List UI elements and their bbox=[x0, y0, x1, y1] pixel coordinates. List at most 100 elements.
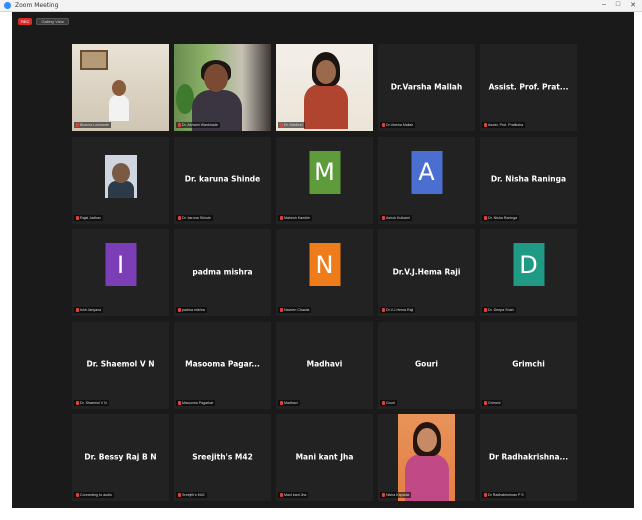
muted-mic-icon bbox=[178, 400, 181, 405]
participant-tile[interactable]: padma mishra padma mishra bbox=[174, 229, 271, 316]
participant-tile[interactable]: Dr. Nisha Raninga Dr. Nisha Raninga bbox=[480, 136, 577, 224]
participant-label: Connecting to audio bbox=[74, 492, 114, 498]
muted-mic-icon bbox=[280, 400, 283, 405]
participant-tile[interactable]: Grimchi Grimchi bbox=[480, 321, 577, 409]
participant-tile[interactable]: Gouri Gouri bbox=[378, 321, 475, 409]
muted-mic-icon bbox=[178, 123, 181, 127]
muted-mic-icon bbox=[76, 308, 79, 312]
participant-label-text: Gouri bbox=[386, 400, 395, 405]
recording-badge: REC bbox=[18, 17, 33, 25]
participant-tile[interactable]: Dr Radhakrishna... Dr Radhakrishnan P S bbox=[480, 414, 577, 501]
participant-display-name: Mani kant Jha bbox=[295, 452, 354, 462]
muted-mic-icon bbox=[382, 308, 385, 312]
participant-tile[interactable]: Mani kant Jha Mani kant Jha bbox=[276, 414, 373, 501]
participant-tile[interactable]: D Dr. Deepa Shah bbox=[480, 229, 577, 316]
participant-label-text: Dr. Ashwini Wankhade bbox=[182, 123, 218, 127]
meeting-topbar: REC Gallery View bbox=[12, 12, 634, 30]
participant-tile[interactable]: N Naveen Chawla bbox=[276, 229, 373, 316]
participant-display-name: Grimchi bbox=[512, 359, 545, 369]
participant-label: Dr.Varsha Mallah bbox=[380, 122, 416, 128]
participant-label: Madhavi bbox=[278, 399, 300, 406]
zoom-app-icon bbox=[4, 2, 11, 9]
muted-mic-icon bbox=[76, 123, 79, 127]
participant-tile[interactable]: I Ishit Jariyava bbox=[72, 229, 169, 316]
participant-label-text: Dr. karuna Shinde bbox=[182, 215, 211, 220]
muted-mic-icon bbox=[280, 493, 283, 497]
participant-label-text: Ishit Jariyava bbox=[80, 308, 101, 312]
participant-tile[interactable]: Dr. Madhuri bbox=[276, 44, 373, 131]
muted-mic-icon bbox=[382, 123, 385, 127]
participant-tile[interactable]: Dr.V.J.Hema Raji Dr.V.J.Hema Raji bbox=[378, 229, 475, 316]
participant-display-name: padma mishra bbox=[192, 267, 253, 277]
maximize-button[interactable]: □ bbox=[616, 1, 620, 9]
minimize-button[interactable]: – bbox=[602, 1, 606, 9]
participant-display-name: Dr Radhakrishna... bbox=[488, 452, 569, 462]
participant-label-text: Dr. Deepa Shah bbox=[488, 308, 514, 312]
participant-tile[interactable]: A Ashok Kulkarni bbox=[378, 136, 475, 224]
participant-label: Mahesh Kamble bbox=[278, 214, 312, 221]
window-controls: – □ ✕ bbox=[602, 1, 636, 9]
participant-label-text: Madhavi bbox=[284, 400, 298, 405]
muted-mic-icon bbox=[178, 493, 181, 497]
participant-label-text: Assist. Prof. Pratiksha bbox=[488, 123, 524, 127]
participant-tile[interactable]: Dr. Shaemol V N Dr. Shaemol V N bbox=[72, 321, 169, 409]
participant-display-name: Dr. karuna Shinde bbox=[184, 174, 261, 184]
muted-mic-icon bbox=[178, 215, 181, 220]
participant-video bbox=[72, 44, 169, 131]
muted-mic-icon bbox=[484, 400, 487, 405]
participant-label-text: Grimchi bbox=[488, 400, 501, 405]
participant-tile[interactable]: Rajat Jadhav bbox=[72, 136, 169, 224]
participant-label: Mani kant Jha bbox=[278, 492, 309, 498]
participant-label: Naveen Chawla bbox=[278, 307, 312, 313]
participant-label-text: Dr. Madhuri bbox=[284, 123, 303, 127]
participant-label: Ishit Jariyava bbox=[74, 307, 103, 313]
muted-mic-icon bbox=[280, 215, 283, 220]
participant-label-text: Dr.Varsha Mallah bbox=[386, 123, 414, 127]
participant-label-text: Connecting to audio bbox=[80, 493, 112, 497]
participant-label: Assist. Prof. Pratiksha bbox=[482, 122, 526, 128]
participant-tile[interactable]: M Mahesh Kamble bbox=[276, 136, 373, 224]
muted-mic-icon bbox=[484, 308, 487, 312]
participant-tile[interactable]: Bhavna Lokhande bbox=[72, 44, 169, 131]
participant-tile[interactable]: Madhavi Madhavi bbox=[276, 321, 373, 409]
gallery-grid: Bhavna Lokhande Dr. Ashwini Wankhade Dr. M… bbox=[72, 44, 577, 501]
muted-mic-icon bbox=[280, 308, 283, 312]
participant-label: Rajat Jadhav bbox=[74, 214, 103, 221]
participant-video bbox=[276, 44, 373, 131]
muted-mic-icon bbox=[280, 123, 283, 127]
participant-tile[interactable]: Dr. Bessy Raj B N Connecting to audio bbox=[72, 414, 169, 501]
muted-mic-icon bbox=[382, 493, 385, 497]
participant-tile[interactable]: Dr. karuna Shinde Dr. karuna Shinde bbox=[174, 136, 271, 224]
participant-tile[interactable]: Dr.Varsha Mallah Dr.Varsha Mallah bbox=[378, 44, 475, 131]
participant-label-text: Nisha Kapadia bbox=[386, 493, 410, 497]
participant-label-text: Rajat Jadhav bbox=[80, 215, 101, 220]
avatar: D bbox=[513, 243, 544, 286]
participant-label-text: Mahesh Kamble bbox=[284, 215, 310, 220]
participant-tile[interactable]: Assist. Prof. Prat... Assist. Prof. Prati… bbox=[480, 44, 577, 131]
muted-mic-icon bbox=[76, 400, 79, 405]
participant-display-name: Gouri bbox=[415, 359, 438, 369]
participant-tile[interactable]: Masooma Pagar... Masooma Pagarkar bbox=[174, 321, 271, 409]
view-toggle-button[interactable]: Gallery View bbox=[36, 17, 69, 25]
participant-tile[interactable]: Nisha Kapadia bbox=[378, 414, 475, 501]
participant-label: Grimchi bbox=[482, 399, 503, 406]
participant-tile[interactable]: Dr. Ashwini Wankhade bbox=[174, 44, 271, 131]
participant-label-text: Naveen Chawla bbox=[284, 308, 310, 312]
participant-tile[interactable]: Sreejith's M42 Sreejith's M42 bbox=[174, 414, 271, 501]
participant-display-name: Dr. Shaemol V N bbox=[86, 359, 155, 369]
participant-label: Dr. Shaemol V N bbox=[74, 399, 109, 406]
participant-label: Dr. Ashwini Wankhade bbox=[176, 122, 220, 128]
participant-label: Dr. Nisha Raninga bbox=[482, 214, 520, 221]
participant-video bbox=[72, 137, 169, 224]
participant-video bbox=[378, 414, 475, 501]
participant-video bbox=[174, 44, 271, 131]
avatar: A bbox=[411, 150, 442, 194]
participant-label-text: Dr. Nisha Raninga bbox=[488, 215, 518, 220]
participant-label: Nisha Kapadia bbox=[380, 492, 412, 498]
muted-mic-icon bbox=[484, 215, 487, 220]
close-button[interactable]: ✕ bbox=[630, 1, 636, 9]
meeting-area: REC Gallery View Bhavna Lokhande Dr. Ashw… bbox=[12, 12, 634, 508]
window-titlebar: Zoom Meeting – □ ✕ bbox=[0, 0, 642, 12]
muted-mic-icon bbox=[484, 493, 487, 497]
muted-mic-icon bbox=[382, 400, 385, 405]
